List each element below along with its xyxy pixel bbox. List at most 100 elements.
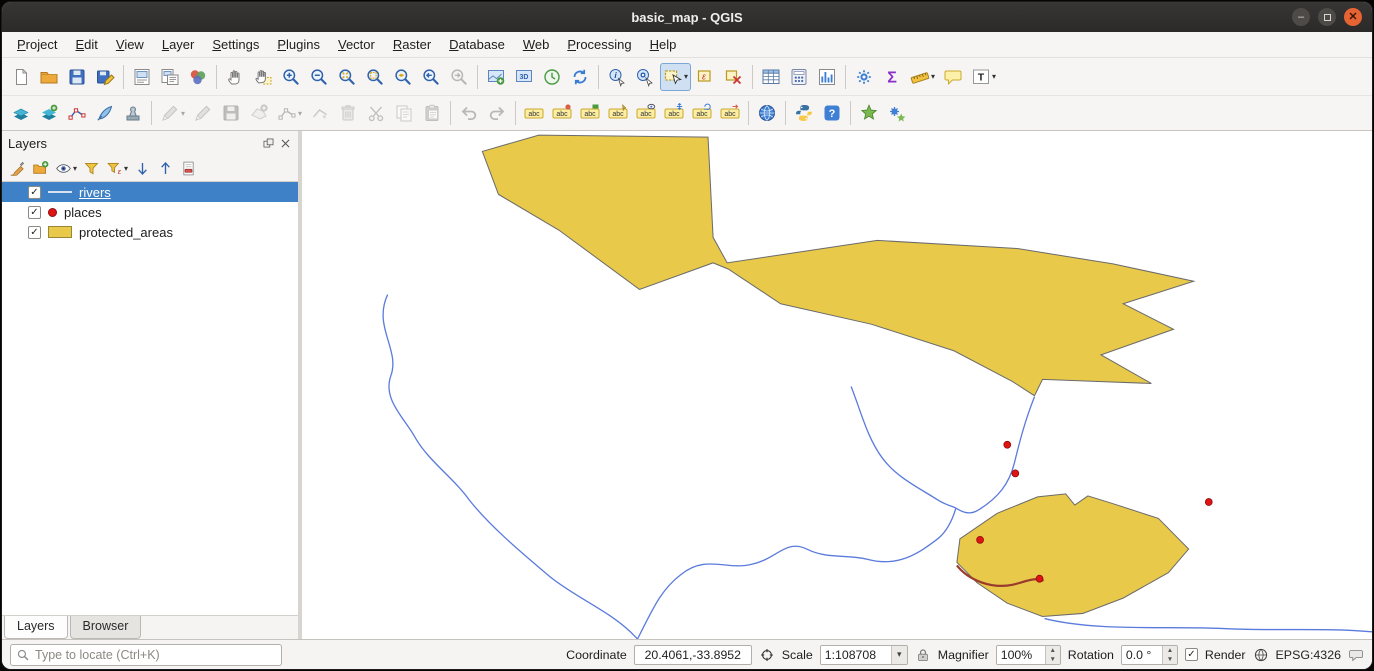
text-annotation-button[interactable]: T▾ bbox=[968, 63, 999, 91]
layer-name[interactable]: protected_areas bbox=[79, 225, 173, 240]
locate-box[interactable] bbox=[10, 644, 282, 666]
close-button[interactable]: ✕ bbox=[1344, 8, 1362, 26]
minimize-button[interactable]: – bbox=[1292, 8, 1310, 26]
new-project-button[interactable] bbox=[8, 63, 34, 91]
menu-plugins[interactable]: Plugins bbox=[268, 32, 329, 57]
dropdown-arrow-icon[interactable]: ▾ bbox=[992, 72, 996, 81]
messages-icon[interactable] bbox=[1348, 647, 1364, 663]
menu-web[interactable]: Web bbox=[514, 32, 559, 57]
titlebar[interactable]: basic_map - QGIS – ✕ bbox=[2, 2, 1372, 32]
layer-visibility-checkbox[interactable]: ✓ bbox=[28, 186, 41, 199]
menu-edit[interactable]: Edit bbox=[66, 32, 106, 57]
digitize-with-curve-button[interactable] bbox=[92, 99, 118, 127]
select-by-expression-button[interactable]: ε bbox=[693, 63, 719, 91]
tab-layers[interactable]: Layers bbox=[4, 616, 68, 639]
show-layout-manager-button[interactable] bbox=[157, 63, 183, 91]
zoom-last-button[interactable] bbox=[418, 63, 444, 91]
rotate-label-button[interactable]: abc bbox=[689, 99, 715, 127]
manage-map-themes-button[interactable]: ▾ bbox=[53, 157, 79, 180]
menu-database[interactable]: Database bbox=[440, 32, 514, 57]
style-manager-button[interactable] bbox=[185, 63, 211, 91]
move-label-button[interactable]: abc bbox=[661, 99, 687, 127]
spin-up-icon[interactable]: ▲ bbox=[1046, 646, 1060, 655]
statistical-summary-button[interactable] bbox=[814, 63, 840, 91]
open-project-button[interactable] bbox=[36, 63, 62, 91]
identify-features-button[interactable]: i bbox=[604, 63, 630, 91]
place-marker[interactable] bbox=[977, 536, 984, 543]
zoom-full-extent-button[interactable] bbox=[334, 63, 360, 91]
crs-icon[interactable] bbox=[1253, 647, 1269, 663]
scale-dropdown-arrow-icon[interactable]: ▾ bbox=[891, 646, 907, 664]
scale-combo[interactable]: ▾ bbox=[820, 645, 908, 665]
remove-layer-button[interactable] bbox=[178, 157, 199, 180]
filter-legend-button[interactable] bbox=[81, 157, 102, 180]
pan-map-button[interactable] bbox=[222, 63, 248, 91]
dropdown-arrow-icon[interactable]: ▾ bbox=[298, 109, 302, 118]
locate-input[interactable] bbox=[35, 648, 276, 662]
zoom-to-selection-button[interactable] bbox=[362, 63, 388, 91]
tab-browser[interactable]: Browser bbox=[70, 616, 142, 639]
python-console-button[interactable] bbox=[791, 99, 817, 127]
protected-area-polygon-small[interactable] bbox=[957, 494, 1189, 617]
crs-value[interactable]: EPSG:4326 bbox=[1276, 648, 1341, 662]
menu-settings[interactable]: Settings bbox=[203, 32, 268, 57]
coordinate-input[interactable] bbox=[634, 645, 752, 665]
new-map-view-button[interactable] bbox=[483, 63, 509, 91]
add-group-button[interactable] bbox=[30, 157, 51, 180]
pin-unpin-labels-button[interactable]: abc bbox=[605, 99, 631, 127]
temporal-controller-button[interactable] bbox=[539, 63, 565, 91]
processing-toolbox-button[interactable] bbox=[884, 99, 910, 127]
refresh-map-button[interactable] bbox=[567, 63, 593, 91]
digitize-with-segment-button[interactable] bbox=[8, 99, 34, 127]
layer-row-places[interactable]: ✓ places bbox=[2, 202, 298, 222]
layer-name[interactable]: places bbox=[64, 205, 102, 220]
place-marker[interactable] bbox=[1004, 441, 1011, 448]
menu-processing[interactable]: Processing bbox=[558, 32, 640, 57]
menu-help[interactable]: Help bbox=[641, 32, 686, 57]
dropdown-arrow-icon[interactable]: ▾ bbox=[931, 72, 935, 81]
run-feature-action-button[interactable] bbox=[632, 63, 658, 91]
magnifier-spinbox[interactable]: ▲▼ bbox=[996, 645, 1061, 665]
rotation-input[interactable] bbox=[1122, 646, 1162, 664]
place-marker[interactable] bbox=[1036, 575, 1043, 582]
maximize-button[interactable] bbox=[1318, 8, 1336, 26]
dropdown-arrow-icon[interactable]: ▾ bbox=[124, 164, 128, 173]
pan-to-selection-button[interactable] bbox=[250, 63, 276, 91]
open-layer-styling-button[interactable] bbox=[7, 157, 28, 180]
dropdown-arrow-icon[interactable]: ▾ bbox=[181, 109, 185, 118]
dropdown-arrow-icon[interactable]: ▾ bbox=[73, 164, 77, 173]
close-panel-icon[interactable] bbox=[279, 137, 292, 150]
extents-toggle-icon[interactable] bbox=[759, 647, 775, 663]
change-label-button[interactable]: abc bbox=[717, 99, 743, 127]
zoom-in-button[interactable] bbox=[278, 63, 304, 91]
new-3d-map-view-button[interactable]: 3D bbox=[511, 63, 537, 91]
filter-by-expression-button[interactable]: ε▾ bbox=[104, 157, 130, 180]
save-project-as-button[interactable] bbox=[92, 63, 118, 91]
menu-vector[interactable]: Vector bbox=[329, 32, 384, 57]
map-canvas[interactable] bbox=[302, 131, 1372, 639]
layer-row-protected_areas[interactable]: ✓ protected_areas bbox=[2, 222, 298, 242]
render-checkbox[interactable]: ✓ bbox=[1185, 648, 1198, 661]
layer-labeling-options-button[interactable]: abc bbox=[521, 99, 547, 127]
help-contents-button[interactable]: ? bbox=[819, 99, 845, 127]
protected-area-polygon-large[interactable] bbox=[482, 135, 1193, 396]
menu-view[interactable]: View bbox=[107, 32, 153, 57]
rotation-spin-arrows[interactable]: ▲▼ bbox=[1162, 646, 1177, 664]
field-calculator-button[interactable] bbox=[786, 63, 812, 91]
layer-visibility-checkbox[interactable]: ✓ bbox=[28, 206, 41, 219]
layer-diagram-options-button[interactable]: abc bbox=[549, 99, 575, 127]
menu-layer[interactable]: Layer bbox=[153, 32, 204, 57]
digitize-shape-button[interactable] bbox=[36, 99, 62, 127]
vertex-tool-all-layers-button[interactable] bbox=[64, 99, 90, 127]
float-panel-icon[interactable] bbox=[262, 137, 275, 150]
magnifier-spin-arrows[interactable]: ▲▼ bbox=[1045, 646, 1060, 664]
expand-all-button[interactable] bbox=[132, 157, 153, 180]
map-tips-button[interactable] bbox=[940, 63, 966, 91]
magnifier-input[interactable] bbox=[997, 646, 1045, 664]
deselect-all-button[interactable] bbox=[721, 63, 747, 91]
layer-visibility-checkbox[interactable]: ✓ bbox=[28, 226, 41, 239]
spin-down-icon[interactable]: ▼ bbox=[1046, 655, 1060, 664]
collapse-all-button[interactable] bbox=[155, 157, 176, 180]
layer-row-rivers[interactable]: ✓rivers bbox=[2, 182, 298, 202]
layer-labeling-single-button[interactable]: abc bbox=[577, 99, 603, 127]
